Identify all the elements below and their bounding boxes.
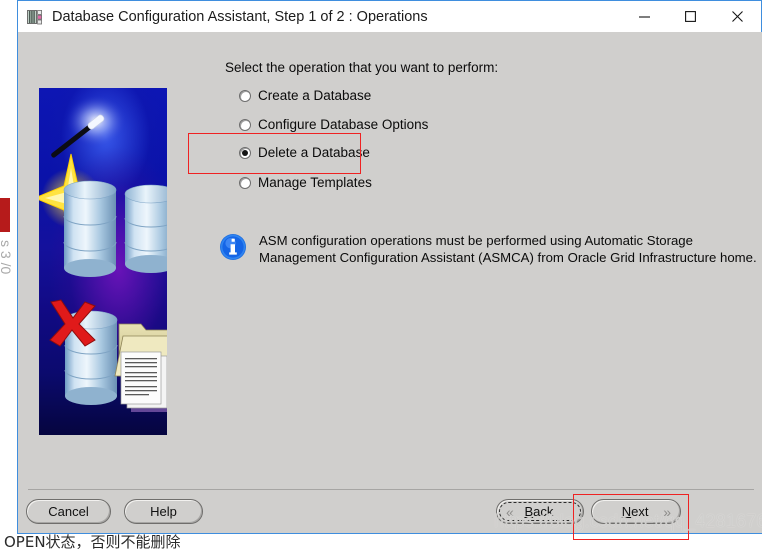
dialog-body: Select the operation that you want to pe… [19,32,762,540]
radio-indicator[interactable] [239,118,251,131]
close-icon [731,11,743,22]
maximize-icon [684,11,696,22]
help-button[interactable]: Help [124,499,203,524]
info-icon [219,233,247,261]
dcaa-dialog-window: Database Configuration Assistant, Step 1… [17,0,762,540]
maximize-button[interactable] [667,2,713,32]
cancel-button[interactable]: Cancel [26,499,111,524]
asm-info-line-1: ASM configuration operations must be per… [259,233,693,248]
minimize-icon [638,16,650,18]
chevron-right-icon: » [663,503,671,520]
database-cylinder-1 [63,180,117,277]
close-button[interactable] [713,2,761,32]
asm-info-line-2: Management Configuration Assistant (ASMC… [259,250,757,265]
asm-info-note: ASM configuration operations must be per… [219,232,759,266]
radio-option-create-a-database[interactable]: Create a Database [239,87,371,104]
templates-folder-icon [114,323,167,412]
background-bottom-caption: OPEN状态，否则不能删除 [4,533,181,551]
radio-option-configure-database-options[interactable]: Configure Database Options [239,116,428,133]
database-cylinder-2 [124,184,167,273]
wizard-illustration [39,88,167,435]
radio-indicator[interactable] [239,176,251,189]
radio-indicator[interactable] [239,146,251,159]
back-button[interactable]: « Back [496,499,584,524]
radio-option-delete-a-database[interactable]: Delete a Database [239,144,370,161]
asm-info-text: ASM configuration operations must be per… [259,232,759,266]
radio-option-manage-templates[interactable]: Manage Templates [239,174,372,191]
radio-option-label: Delete a Database [258,145,370,160]
next-button-label: Next [621,504,649,519]
background-red-bar-left [0,198,10,232]
radio-option-label: Configure Database Options [258,117,429,132]
chevron-left-icon: « [506,503,514,520]
back-button-label: Back [524,504,554,519]
help-button-label: Help [150,504,177,519]
footer-separator [28,489,754,490]
title-bar: Database Configuration Assistant, Step 1… [18,1,761,32]
radio-option-label: Manage Templates [258,175,372,190]
window-title: Database Configuration Assistant, Step 1… [52,8,428,25]
illustration-graphics [39,95,167,412]
next-button[interactable]: Next » [591,499,681,524]
page-title: Select the operation that you want to pe… [225,60,499,75]
cancel-button-label: Cancel [48,504,89,519]
minimize-button[interactable] [621,2,667,32]
radio-option-label: Create a Database [258,88,372,103]
radio-indicator[interactable] [239,89,251,102]
background-left-edge-text: s 3 /0 [0,240,14,275]
application-icon [26,8,44,26]
